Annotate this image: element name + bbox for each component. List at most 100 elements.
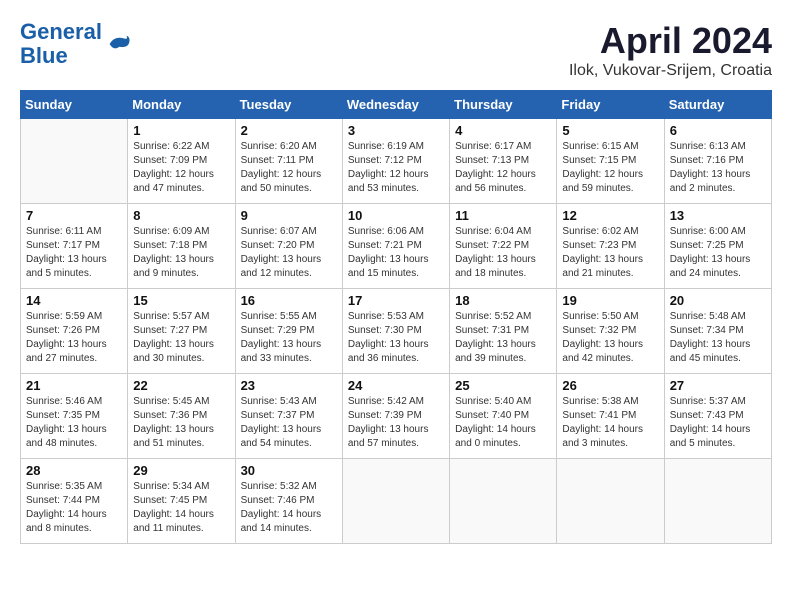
day-info: Sunrise: 6:11 AM Sunset: 7:17 PM Dayligh… <box>26 225 122 281</box>
calendar-cell: 15Sunrise: 5:57 AM Sunset: 7:27 PM Dayli… <box>128 289 235 374</box>
day-info: Sunrise: 5:35 AM Sunset: 7:44 PM Dayligh… <box>26 480 122 536</box>
calendar-cell: 3 Sunrise: 6:19 AM Sunset: 7:12 PM Daylig… <box>342 119 449 204</box>
day-number: 4 <box>455 123 551 138</box>
logo-general: General <box>20 19 102 44</box>
day-info: Sunrise: 6:00 AM Sunset: 7:25 PM Dayligh… <box>670 225 766 281</box>
day-info: Sunrise: 5:53 AM Sunset: 7:30 PM Dayligh… <box>348 310 444 366</box>
calendar-cell: 2 Sunrise: 6:20 AM Sunset: 7:11 PM Daylig… <box>235 119 342 204</box>
day-number: 6 <box>670 123 766 138</box>
day-info: Sunrise: 6:22 AM Sunset: 7:09 PM Dayligh… <box>133 140 229 196</box>
calendar-week-row: 14 Sunrise: 5:59 AM Sunset: 7:26 PM Dayli… <box>21 289 772 374</box>
day-number: 27 <box>670 378 766 393</box>
calendar-cell: 5 Sunrise: 6:15 AM Sunset: 7:15 PM Daylig… <box>557 119 664 204</box>
day-info: Sunrise: 5:40 AM Sunset: 7:40 PM Dayligh… <box>455 395 551 451</box>
day-info: Sunrise: 5:43 AM Sunset: 7:37 PM Dayligh… <box>241 395 337 451</box>
logo: General Blue <box>20 20 132 68</box>
calendar-cell: 8 Sunrise: 6:09 AM Sunset: 7:18 PM Daylig… <box>128 204 235 289</box>
day-info: Sunrise: 5:37 AM Sunset: 7:43 PM Dayligh… <box>670 395 766 451</box>
day-number: 23 <box>241 378 337 393</box>
day-number: 29 <box>133 463 229 478</box>
calendar-cell <box>664 459 771 544</box>
day-number: 2 <box>241 123 337 138</box>
day-number: 14 <box>26 293 122 308</box>
calendar-cell: 9 Sunrise: 6:07 AM Sunset: 7:20 PM Daylig… <box>235 204 342 289</box>
day-number: 1 <box>133 123 229 138</box>
calendar-cell: 19 Sunrise: 5:50 AM Sunset: 7:32 PM Dayli… <box>557 289 664 374</box>
day-info: Sunrise: 6:15 AM Sunset: 7:15 PM Dayligh… <box>562 140 658 196</box>
day-info: Sunrise: 6:07 AM Sunset: 7:20 PM Dayligh… <box>241 225 337 281</box>
day-number: 3 <box>348 123 444 138</box>
weekday-header-monday: Monday <box>128 91 235 119</box>
day-info: Sunrise: 6:04 AM Sunset: 7:22 PM Dayligh… <box>455 225 551 281</box>
day-number: 26 <box>562 378 658 393</box>
weekday-header-saturday: Saturday <box>664 91 771 119</box>
day-info: Sunrise: 5:50 AM Sunset: 7:32 PM Dayligh… <box>562 310 658 366</box>
day-number: 16 <box>241 293 337 308</box>
day-info: Sunrise: 6:20 AM Sunset: 7:11 PM Dayligh… <box>241 140 337 196</box>
location-subtitle: Ilok, Vukovar-Srijem, Croatia <box>569 62 772 80</box>
day-info: Sunrise: 5:55 AM Sunset: 7:29 PM Dayligh… <box>241 310 337 366</box>
calendar-cell <box>450 459 557 544</box>
day-info: Sunrise: 6:19 AM Sunset: 7:12 PM Dayligh… <box>348 140 444 196</box>
calendar-cell: 12 Sunrise: 6:02 AM Sunset: 7:23 PM Dayli… <box>557 204 664 289</box>
day-number: 12 <box>562 208 658 223</box>
calendar-cell: 24 Sunrise: 5:42 AM Sunset: 7:39 PM Dayli… <box>342 374 449 459</box>
calendar-cell <box>342 459 449 544</box>
day-info: Sunrise: 5:38 AM Sunset: 7:41 PM Dayligh… <box>562 395 658 451</box>
calendar-week-row: 21 Sunrise: 5:46 AM Sunset: 7:35 PM Dayli… <box>21 374 772 459</box>
day-info: Sunrise: 5:59 AM Sunset: 7:26 PM Dayligh… <box>26 310 122 366</box>
day-number: 20 <box>670 293 766 308</box>
calendar-cell: 23 Sunrise: 5:43 AM Sunset: 7:37 PM Dayli… <box>235 374 342 459</box>
day-info: Sunrise: 5:52 AM Sunset: 7:31 PM Dayligh… <box>455 310 551 366</box>
title-block: April 2024 Ilok, Vukovar-Srijem, Croatia <box>569 20 772 80</box>
day-number: 17 <box>348 293 444 308</box>
calendar-cell: 10Sunrise: 6:06 AM Sunset: 7:21 PM Dayli… <box>342 204 449 289</box>
calendar-cell: 22 Sunrise: 5:45 AM Sunset: 7:36 PM Dayli… <box>128 374 235 459</box>
day-number: 13 <box>670 208 766 223</box>
day-info: Sunrise: 5:34 AM Sunset: 7:45 PM Dayligh… <box>133 480 229 536</box>
day-number: 30 <box>241 463 337 478</box>
weekday-header-tuesday: Tuesday <box>235 91 342 119</box>
day-info: Sunrise: 5:46 AM Sunset: 7:35 PM Dayligh… <box>26 395 122 451</box>
calendar-week-row: 1 Sunrise: 6:22 AM Sunset: 7:09 PM Daylig… <box>21 119 772 204</box>
day-number: 28 <box>26 463 122 478</box>
day-number: 11 <box>455 208 551 223</box>
day-number: 8 <box>133 208 229 223</box>
day-number: 19 <box>562 293 658 308</box>
calendar-week-row: 28 Sunrise: 5:35 AM Sunset: 7:44 PM Dayli… <box>21 459 772 544</box>
calendar-cell: 26 Sunrise: 5:38 AM Sunset: 7:41 PM Dayli… <box>557 374 664 459</box>
calendar-header-row: SundayMondayTuesdayWednesdayThursdayFrid… <box>21 91 772 119</box>
calendar-cell: 1 Sunrise: 6:22 AM Sunset: 7:09 PM Daylig… <box>128 119 235 204</box>
weekday-header-thursday: Thursday <box>450 91 557 119</box>
calendar-cell: 16 Sunrise: 5:55 AM Sunset: 7:29 PM Dayli… <box>235 289 342 374</box>
weekday-header-friday: Friday <box>557 91 664 119</box>
calendar-cell: 6Sunrise: 6:13 AM Sunset: 7:16 PM Daylig… <box>664 119 771 204</box>
calendar-cell: 28 Sunrise: 5:35 AM Sunset: 7:44 PM Dayli… <box>21 459 128 544</box>
day-number: 5 <box>562 123 658 138</box>
day-info: Sunrise: 6:06 AM Sunset: 7:21 PM Dayligh… <box>348 225 444 281</box>
month-year-title: April 2024 <box>569 20 772 62</box>
calendar-cell: 20Sunrise: 5:48 AM Sunset: 7:34 PM Dayli… <box>664 289 771 374</box>
day-number: 9 <box>241 208 337 223</box>
day-number: 24 <box>348 378 444 393</box>
logo-bird-icon <box>104 30 132 58</box>
day-number: 15 <box>133 293 229 308</box>
calendar-table: SundayMondayTuesdayWednesdayThursdayFrid… <box>20 90 772 544</box>
day-number: 7 <box>26 208 122 223</box>
calendar-cell: 30 Sunrise: 5:32 AM Sunset: 7:46 PM Dayli… <box>235 459 342 544</box>
day-number: 21 <box>26 378 122 393</box>
calendar-cell: 17 Sunrise: 5:53 AM Sunset: 7:30 PM Dayli… <box>342 289 449 374</box>
day-info: Sunrise: 6:09 AM Sunset: 7:18 PM Dayligh… <box>133 225 229 281</box>
weekday-header-sunday: Sunday <box>21 91 128 119</box>
calendar-cell: 18Sunrise: 5:52 AM Sunset: 7:31 PM Dayli… <box>450 289 557 374</box>
calendar-cell: 11 Sunrise: 6:04 AM Sunset: 7:22 PM Dayli… <box>450 204 557 289</box>
day-info: Sunrise: 5:42 AM Sunset: 7:39 PM Dayligh… <box>348 395 444 451</box>
day-info: Sunrise: 6:02 AM Sunset: 7:23 PM Dayligh… <box>562 225 658 281</box>
calendar-cell: 14 Sunrise: 5:59 AM Sunset: 7:26 PM Dayli… <box>21 289 128 374</box>
calendar-cell: 4Sunrise: 6:17 AM Sunset: 7:13 PM Daylig… <box>450 119 557 204</box>
day-number: 22 <box>133 378 229 393</box>
calendar-cell: 29 Sunrise: 5:34 AM Sunset: 7:45 PM Dayli… <box>128 459 235 544</box>
day-info: Sunrise: 5:32 AM Sunset: 7:46 PM Dayligh… <box>241 480 337 536</box>
day-info: Sunrise: 5:45 AM Sunset: 7:36 PM Dayligh… <box>133 395 229 451</box>
calendar-cell <box>557 459 664 544</box>
